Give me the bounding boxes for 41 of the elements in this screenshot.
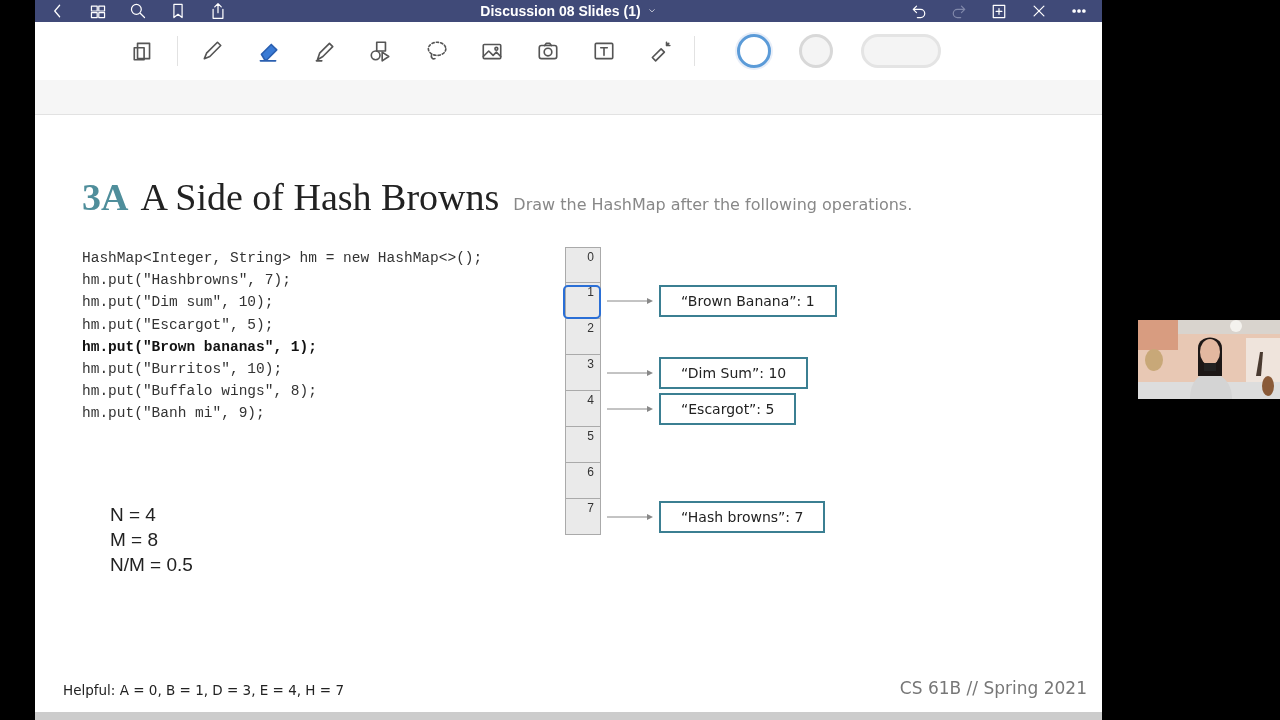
code-line: hm.put("Dim sum", 10); [82, 293, 274, 313]
stat-line: N = 4 [110, 502, 156, 527]
bucket-index: 0 [587, 250, 594, 264]
bucket-index: 5 [587, 429, 594, 443]
code-line: hm.put("Brown bananas", 1); [82, 337, 317, 357]
entry-node: “Hash browns”: 7 [659, 501, 826, 533]
arrow [607, 297, 653, 305]
entry-node: “Brown Banana”: 1 [659, 285, 837, 317]
arrow [607, 405, 653, 413]
course-label: CS 61B // Spring 2021 [899, 678, 1087, 698]
bucket-index: 1 [587, 285, 594, 299]
window-title[interactable]: Discussion 08 Slides (1) [480, 3, 641, 19]
bucket-index: 7 [587, 501, 594, 515]
bucket-index: 2 [587, 321, 594, 335]
add-page-icon[interactable] [990, 2, 1008, 20]
shapes-icon[interactable] [368, 39, 392, 63]
code-line: hm.put("Banh mi", 9); [82, 404, 265, 424]
grid-icon[interactable] [89, 2, 107, 20]
color-swatch[interactable] [737, 34, 771, 68]
stat-line: M = 8 [110, 527, 159, 552]
hint-text: Helpful: A = 0, B = 1, D = 3, E = 4, H = 7 [63, 682, 344, 698]
search-icon[interactable] [129, 2, 147, 20]
code-line: HashMap<Integer, String> hm = new HashMap<>(); [82, 249, 483, 268]
undo-icon[interactable] [910, 2, 928, 20]
stat-line: N/M = 0.5 [110, 552, 193, 577]
code-line: hm.put("Burritos", 10); [82, 360, 283, 379]
code-line: hm.put("Hashbrowns", 7); [82, 271, 291, 291]
section-number: 3A [82, 175, 129, 219]
bucket-index: 4 [587, 393, 594, 407]
instruction-text: Draw the HashMap after the following operations. [513, 195, 913, 214]
arrow [607, 369, 653, 377]
redo-icon[interactable] [950, 2, 968, 20]
share-icon[interactable] [209, 2, 227, 20]
bucket-index: 6 [587, 465, 594, 479]
bucket-index: 3 [587, 357, 594, 371]
code-line: hm.put("Escargot", 5); [82, 315, 274, 335]
entry-node: “Dim Sum”: 10 [659, 357, 809, 389]
entry-node: “Escargot”: 5 [659, 393, 797, 425]
code-line: hm.put("Buffalo wings", 8); [82, 382, 317, 402]
slide-title: A Side of Hash Browns [140, 175, 500, 219]
arrow [607, 513, 653, 521]
